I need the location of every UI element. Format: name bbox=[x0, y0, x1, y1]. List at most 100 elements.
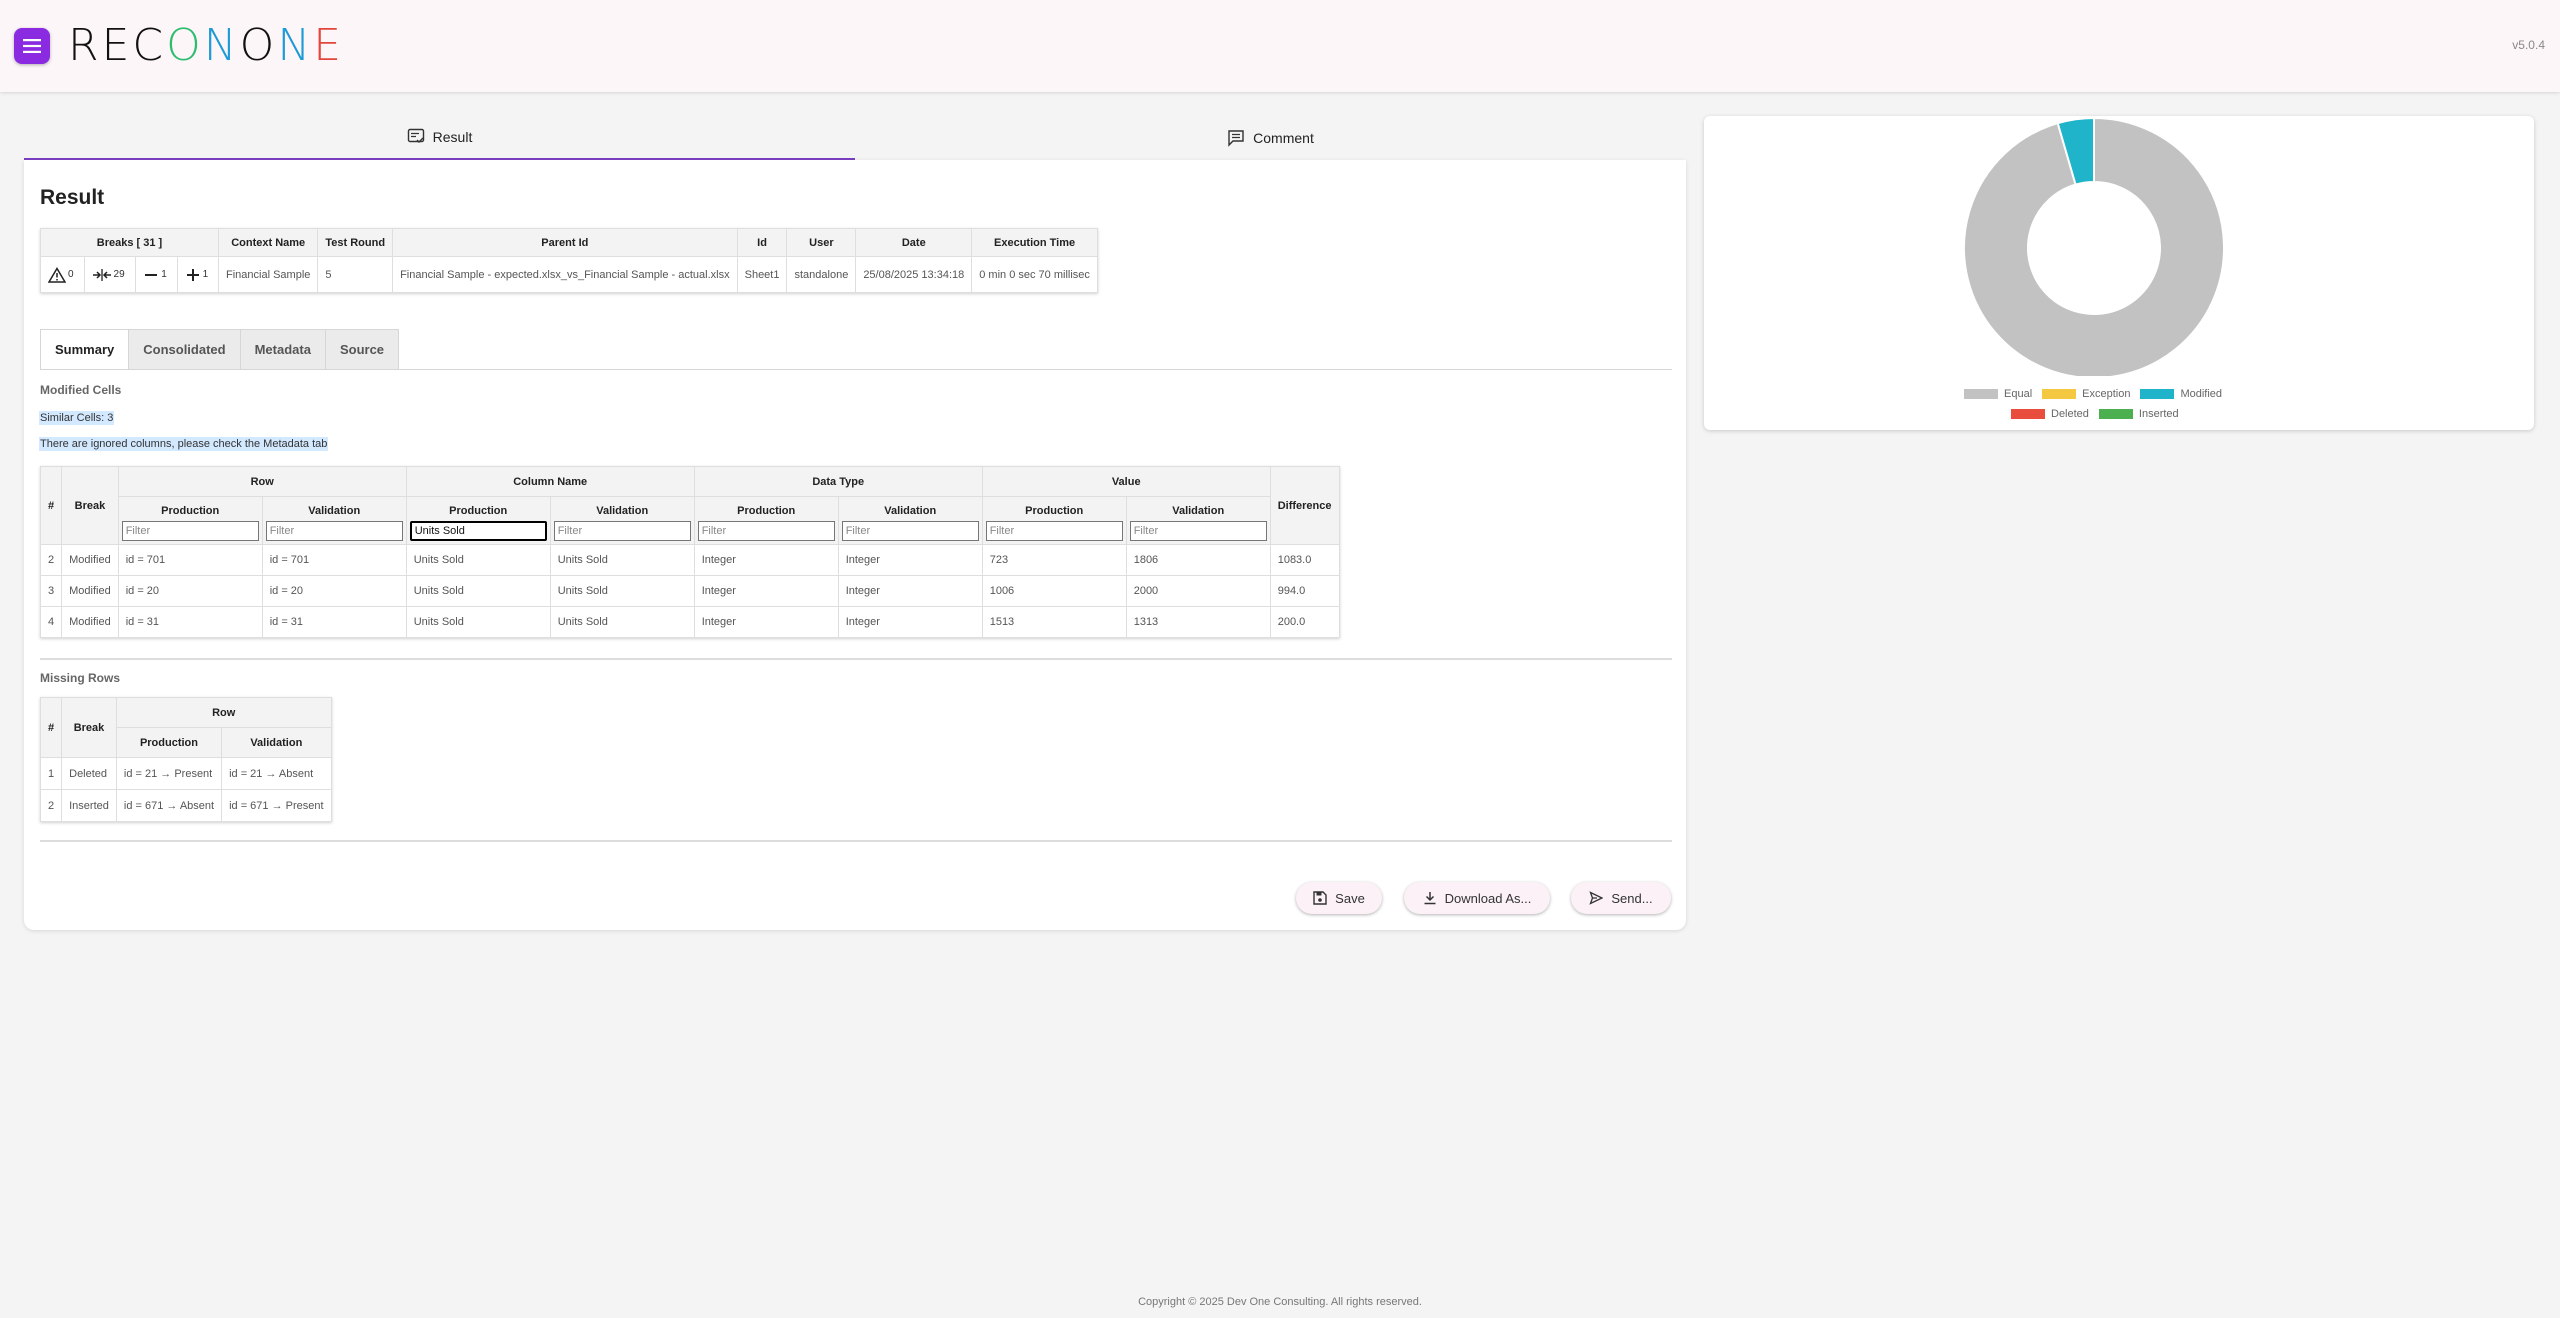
ignored-columns-note: There are ignored columns, please check … bbox=[39, 437, 329, 451]
table-cell: id = 671 → Absent bbox=[115, 789, 223, 822]
table-cell: id = 701 bbox=[261, 544, 407, 576]
filter-cell bbox=[405, 520, 551, 545]
chart-legend-row-2: Deleted Inserted bbox=[2011, 408, 2179, 420]
table-cell: 1513 bbox=[981, 606, 1127, 638]
warning-icon bbox=[48, 266, 66, 283]
value-production-filter[interactable] bbox=[985, 520, 1123, 541]
col-header-difference: Difference bbox=[1269, 466, 1340, 545]
tab-metadata[interactable]: Metadata bbox=[239, 329, 326, 370]
table-cell: 723 bbox=[981, 544, 1127, 576]
col-header-production: Production bbox=[405, 496, 551, 521]
comment-icon bbox=[1228, 129, 1244, 147]
legend-swatch bbox=[2098, 409, 2133, 419]
col-header-index: # bbox=[39, 697, 63, 758]
table-cell: Inserted bbox=[61, 789, 117, 822]
context-name-value: Financial Sample bbox=[217, 256, 319, 293]
legend-swatch bbox=[2042, 389, 2077, 399]
chart-legend-row-1: Equal Exception Modified bbox=[1964, 388, 2222, 400]
legend-label: Inserted bbox=[2138, 408, 2179, 420]
test-round-value: 5 bbox=[317, 256, 394, 293]
minus-icon bbox=[145, 273, 158, 276]
id-value: Sheet1 bbox=[736, 256, 788, 293]
menu-button[interactable] bbox=[14, 28, 50, 64]
column-production-filter[interactable] bbox=[409, 520, 547, 541]
table-cell: Integer bbox=[837, 544, 983, 576]
tabs-divider bbox=[40, 369, 1672, 370]
section-divider bbox=[40, 658, 1672, 660]
copyright-footer: Copyright © 2025 Dev One Consulting. All… bbox=[1138, 1296, 1422, 1308]
filter-cell bbox=[981, 520, 1127, 545]
result-icon bbox=[407, 128, 424, 143]
datatype-production-filter[interactable] bbox=[697, 520, 835, 541]
legend-item-equal[interactable]: Equal bbox=[1964, 388, 2032, 400]
tab-summary[interactable]: Summary bbox=[40, 329, 130, 370]
table-cell: 1083.0 bbox=[1269, 544, 1340, 576]
table-cell: Units Sold bbox=[549, 575, 695, 607]
col-header-validation: Validation bbox=[261, 496, 407, 521]
tab-consolidated[interactable]: Consolidated bbox=[128, 329, 241, 370]
col-header-context-name: Context Name bbox=[217, 228, 319, 257]
result-summary-table: Breaks [ 31 ] Context Name Test Round Pa… bbox=[40, 228, 1098, 293]
value-validation-filter[interactable] bbox=[1129, 520, 1267, 541]
legend-label: Deleted bbox=[2051, 408, 2089, 420]
col-header-id: Id bbox=[736, 228, 788, 257]
col-header-validation: Validation bbox=[837, 496, 983, 521]
col-header-row: Row bbox=[117, 466, 407, 497]
send-button[interactable]: Send... bbox=[1571, 882, 1671, 914]
col-header-data-type: Data Type bbox=[693, 466, 983, 497]
result-tabs: Result Comment bbox=[24, 116, 1686, 160]
tab-result[interactable]: Result bbox=[24, 116, 855, 160]
legend-item-deleted[interactable]: Deleted bbox=[2011, 408, 2089, 420]
legend-item-inserted[interactable]: Inserted bbox=[2098, 408, 2179, 420]
download-as-button[interactable]: Download As... bbox=[1404, 882, 1550, 914]
table-cell: Integer bbox=[693, 606, 839, 638]
parent-id-value: Financial Sample - expected.xlsx_vs_Fina… bbox=[392, 256, 738, 293]
col-header-validation: Validation bbox=[1125, 496, 1271, 521]
table-cell: 1313 bbox=[1125, 606, 1271, 638]
user-value: standalone bbox=[786, 256, 857, 293]
table-cell: Integer bbox=[837, 575, 983, 607]
col-header-parent-id: Parent Id bbox=[392, 228, 738, 257]
table-cell: Deleted bbox=[61, 757, 117, 790]
table-row: 4 Modified id = 31 id = 31 Units Sold Units S… bbox=[39, 606, 1340, 638]
legend-item-modified[interactable]: Modified bbox=[2140, 388, 2222, 400]
table-cell: Modified bbox=[61, 606, 119, 638]
datatype-validation-filter[interactable] bbox=[841, 520, 979, 541]
col-header-user: User bbox=[786, 228, 857, 257]
column-validation-filter[interactable] bbox=[553, 520, 691, 541]
missing-rows-title: Missing Rows bbox=[40, 671, 121, 685]
col-header-production: Production bbox=[117, 496, 263, 521]
break-modified-cell: 29 bbox=[83, 256, 137, 293]
col-header-value: Value bbox=[981, 466, 1271, 497]
table-cell: 200.0 bbox=[1269, 606, 1340, 638]
modified-cells-title: Modified Cells bbox=[40, 383, 122, 397]
filter-cell bbox=[1125, 520, 1271, 545]
break-inserted-cell: 1 bbox=[176, 256, 220, 293]
hamburger-menu-icon bbox=[23, 39, 41, 53]
table-cell: Units Sold bbox=[405, 606, 551, 638]
row-validation-filter[interactable] bbox=[265, 520, 403, 541]
tab-source[interactable]: Source bbox=[324, 329, 400, 370]
page-title: Result bbox=[40, 186, 105, 209]
execution-time-value: 0 min 0 sec 70 millisec bbox=[971, 256, 1098, 293]
table-cell: id = 20 bbox=[117, 575, 263, 607]
break-exception-cell: 0 bbox=[40, 256, 85, 293]
table-cell: 4 bbox=[39, 606, 63, 638]
tab-comment[interactable]: Comment bbox=[855, 116, 1686, 160]
legend-item-exception[interactable]: Exception bbox=[2042, 388, 2130, 400]
table-row: 2 Inserted id = 671 → Absent id = 671 → Pre… bbox=[39, 789, 332, 822]
save-icon bbox=[1313, 891, 1327, 905]
download-icon bbox=[1424, 892, 1436, 905]
row-production-filter[interactable] bbox=[121, 520, 259, 541]
table-cell: Units Sold bbox=[405, 544, 551, 576]
legend-label: Equal bbox=[2004, 388, 2033, 400]
col-header-production: Production bbox=[693, 496, 839, 521]
tab-result-label: Result bbox=[432, 129, 473, 145]
table-cell: Units Sold bbox=[549, 606, 695, 638]
col-header-execution-time: Execution Time bbox=[971, 228, 1098, 257]
legend-swatch bbox=[2011, 409, 2045, 419]
save-button[interactable]: Save bbox=[1296, 882, 1382, 914]
detail-tabs: Summary Consolidated Metadata Source bbox=[40, 329, 400, 370]
legend-label: Modified bbox=[2180, 388, 2223, 400]
break-deleted-cell: 1 bbox=[135, 256, 178, 293]
